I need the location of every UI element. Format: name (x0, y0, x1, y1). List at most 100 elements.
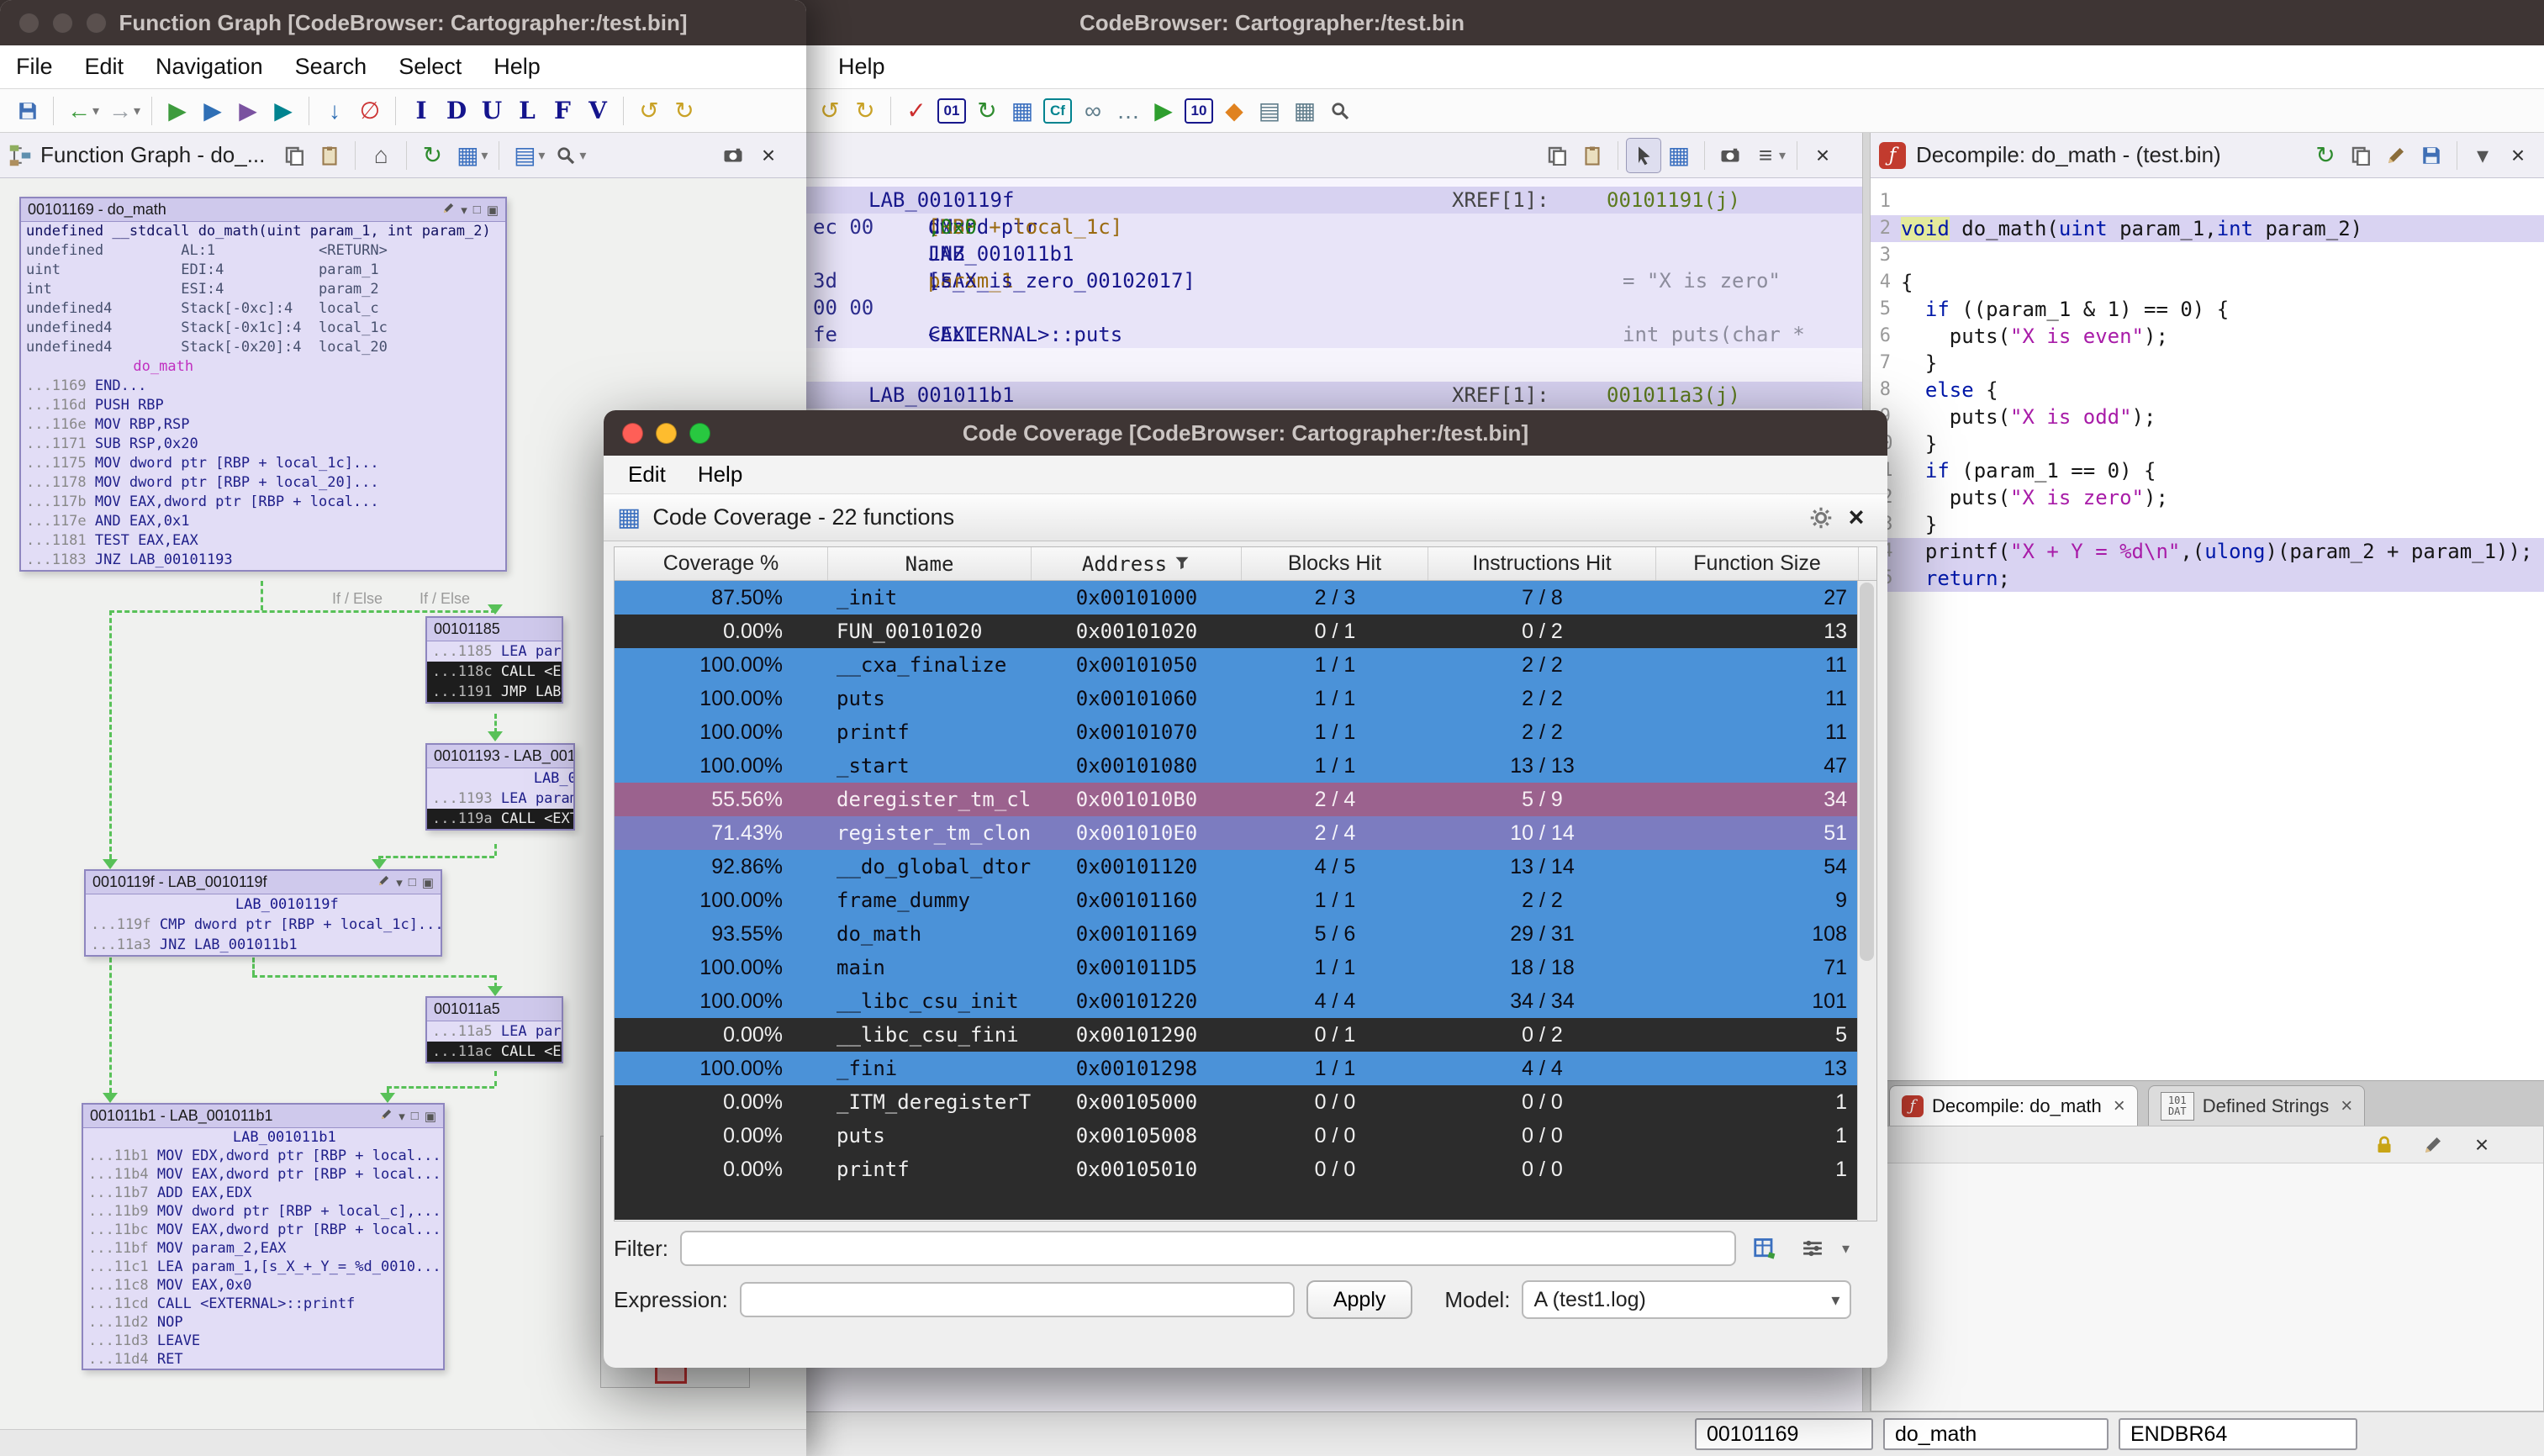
maximize-icon[interactable]: □ (409, 875, 416, 889)
listing-row[interactable]: LAB_0010119f XREF[1]: 00101191(j) (806, 187, 1862, 214)
coverage-row[interactable]: 100.00% __cxa_finalize 0x00101050 1 / 1 2 / … (615, 648, 1859, 682)
menu-file[interactable]: File (0, 54, 69, 80)
panel-dropdown-icon[interactable]: ▾ (2465, 138, 2500, 173)
dropdown-icon[interactable]: ▾ (396, 875, 403, 890)
expression-input[interactable] (739, 1282, 1295, 1317)
coverage-row[interactable]: 100.00% main 0x001011D5 1 / 1 18 / 18 71 (615, 951, 1859, 984)
coverage-row[interactable]: 0.00% puts 0x00105008 0 / 0 0 / 0 1 (615, 1119, 1859, 1153)
model-select[interactable]: A (test1.log) ▾ (1522, 1280, 1852, 1319)
coverage-titlebar[interactable]: Code Coverage [CodeBrowser: Cartographer… (604, 410, 1887, 456)
coverage-row[interactable]: 92.86% __do_global_dtor... 0x00101120 4 / 5… (615, 850, 1859, 884)
list-dropdown-icon[interactable]: ▾ (1776, 138, 1789, 173)
filter-options-icon[interactable] (1795, 1231, 1830, 1266)
tab-defined-strings[interactable]: 101 DAT Defined Strings × (2147, 1085, 2366, 1126)
menu-help[interactable]: Help (822, 54, 901, 80)
listing-row[interactable]: fe CALL <EXTERNAL>::puts int puts(char * (806, 321, 1862, 348)
filter-options-dropdown-icon[interactable]: ▾ (1842, 1240, 1850, 1258)
copy-icon[interactable] (277, 138, 312, 173)
paste-icon[interactable] (1575, 138, 1610, 173)
edit-icon[interactable] (380, 1108, 393, 1124)
coverage-row[interactable]: 0.00% printf 0x00105010 0 / 0 0 / 0 1 (615, 1153, 1859, 1186)
table-scrollbar[interactable] (1857, 581, 1876, 1221)
column-header-address[interactable]: Address (1032, 547, 1242, 580)
listing-row[interactable]: ec 00 CMP dword ptr [RBP + local_1c] ,0x0 (806, 214, 1862, 240)
filter-input[interactable] (680, 1231, 1736, 1266)
coverage-row[interactable]: 0.00% __libc_csu_fini 0x00101290 0 / 1 0 / 2… (615, 1018, 1859, 1052)
diff-view-icon[interactable]: ▦ (1661, 138, 1697, 173)
column-header-blocks-hit[interactable]: Blocks Hit (1242, 547, 1428, 580)
coverage-row[interactable]: 100.00% frame_dummy 0x00101160 1 / 1 2 / 2 9 (615, 884, 1859, 917)
reload-graph-icon[interactable]: ↻ (414, 138, 450, 173)
menu-help[interactable]: Help (478, 54, 557, 80)
edit-icon[interactable] (442, 202, 455, 218)
coverage-row[interactable]: 71.43% register_tm_clones 0x001010E0 2 / 4 1… (615, 816, 1859, 850)
undefined-icon[interactable]: U (474, 93, 509, 129)
copy-icon[interactable] (2343, 138, 2378, 173)
run-script-icon[interactable]: ▶ (1146, 93, 1181, 129)
coverage-row[interactable]: 0.00% _ITM_deregisterT... 0x00105000 0 / 0 0… (615, 1085, 1859, 1119)
coverage-row[interactable]: 100.00% __libc_csu_init 0x00101220 4 / 4 34 … (615, 984, 1859, 1018)
block-header[interactable]: 00101193 - LAB_00101... (427, 745, 573, 768)
clear-icon[interactable]: ∅ (352, 93, 388, 129)
close-button[interactable] (622, 422, 643, 444)
byte-viewer-icon[interactable]: 10 (1185, 98, 1213, 124)
home-icon[interactable]: ⌂ (363, 138, 398, 173)
instruction-icon[interactable]: I (404, 93, 439, 129)
coverage-row[interactable]: 100.00% _fini 0x00101298 1 / 1 4 / 4 13 (615, 1052, 1859, 1085)
data-type-manager-icon[interactable]: ▤ (1252, 93, 1287, 129)
block-0010119f[interactable]: 0010119f - LAB_0010119f ▾ □ ▣ LAB_0010119f.… (84, 869, 442, 957)
decompile-line[interactable]: 6 puts("X is even"); (1871, 323, 2544, 350)
coverage-row[interactable]: 93.55% do_math 0x00101169 5 / 6 29 / 31 108 (615, 917, 1859, 951)
function-icon[interactable]: F (545, 93, 580, 129)
block-001011a5[interactable]: 001011a5 ...11a5 LEA param_1,... ...11ac C… (425, 996, 563, 1063)
block-header[interactable]: 0010119f - LAB_0010119f ▾ □ ▣ (86, 871, 441, 894)
link-icon[interactable]: ∞ (1075, 93, 1111, 129)
decompile-line[interactable]: 13 } (1871, 511, 2544, 538)
close-icon[interactable]: × (751, 138, 786, 173)
block-header[interactable]: 001011b1 - LAB_001011b1 ▾ □ ▣ (83, 1105, 443, 1128)
decompile-line[interactable]: 15 return; (1871, 565, 2544, 592)
block-header[interactable]: 00101169 - do_math ▾ □ ▣ (21, 198, 505, 222)
tab-close-icon[interactable]: × (2110, 1095, 2125, 1118)
decompile-line[interactable]: 12 puts("X is zero"); (1871, 484, 2544, 511)
layout-dropdown-icon[interactable]: ▾ (478, 138, 491, 173)
close-icon[interactable]: × (1805, 138, 1840, 173)
decompile-line[interactable]: 4{ (1871, 269, 2544, 296)
search-icon[interactable] (1322, 93, 1358, 129)
apply-button[interactable]: Apply (1306, 1280, 1413, 1319)
decompile-line[interactable]: 8 else { (1871, 377, 2544, 404)
binary-icon[interactable]: 01 (937, 98, 966, 124)
listing-row[interactable]: LAB_001011b1 XREF[1]: 001011a3(j) (806, 382, 1862, 409)
listing-row[interactable]: 00 00 (806, 294, 1862, 321)
zoom-button[interactable] (689, 422, 710, 444)
minimize-button[interactable] (656, 422, 677, 444)
refresh-icon[interactable]: ↻ (2308, 138, 2343, 173)
redo-icon[interactable]: ↻ (667, 93, 702, 129)
menu-select[interactable]: Select (383, 54, 478, 80)
close-icon[interactable]: × (2500, 138, 2536, 173)
column-header-instructions-hit[interactable]: Instructions Hit (1428, 547, 1656, 580)
settings-gear-icon[interactable] (1803, 500, 1839, 535)
lock-icon[interactable] (2367, 1127, 2402, 1163)
cf-icon[interactable]: Cf (1043, 98, 1072, 124)
listing-row[interactable]: 3d LEA param_1, [s_X_is_zero_00102017] = "X… (806, 267, 1862, 294)
undo-icon[interactable]: ↺ (812, 93, 847, 129)
nav-code-icon[interactable]: ▶ (160, 93, 195, 129)
nav-data-icon[interactable]: ▶ (195, 93, 230, 129)
maximize-icon[interactable]: □ (473, 203, 481, 217)
back-dropdown-icon[interactable]: ▾ (89, 93, 103, 129)
tab-close-icon[interactable]: × (2337, 1095, 2352, 1118)
snapshot-icon[interactable] (715, 138, 751, 173)
diamond-icon[interactable]: ◆ (1217, 93, 1252, 129)
decompile-line[interactable]: 10 } (1871, 430, 2544, 457)
coverage-row[interactable]: 0.00% FUN_00101020 0x00101020 0 / 1 0 / 2 13 (615, 615, 1859, 648)
data-icon[interactable]: D (439, 93, 474, 129)
maximize-icon[interactable]: □ (411, 1109, 419, 1123)
decompile-line[interactable]: 7 } (1871, 350, 2544, 377)
label-icon[interactable]: L (509, 93, 545, 129)
coverage-row[interactable]: 100.00% _start 0x00101080 1 / 1 13 / 13 47 (615, 749, 1859, 783)
go-down-icon[interactable]: ↓ (317, 93, 352, 129)
flow-icon[interactable]: … (1111, 93, 1146, 129)
column-header-coverage-[interactable]: Coverage % (615, 547, 828, 580)
listing-row[interactable]: JNZ LAB_001011b1 (806, 240, 1862, 267)
